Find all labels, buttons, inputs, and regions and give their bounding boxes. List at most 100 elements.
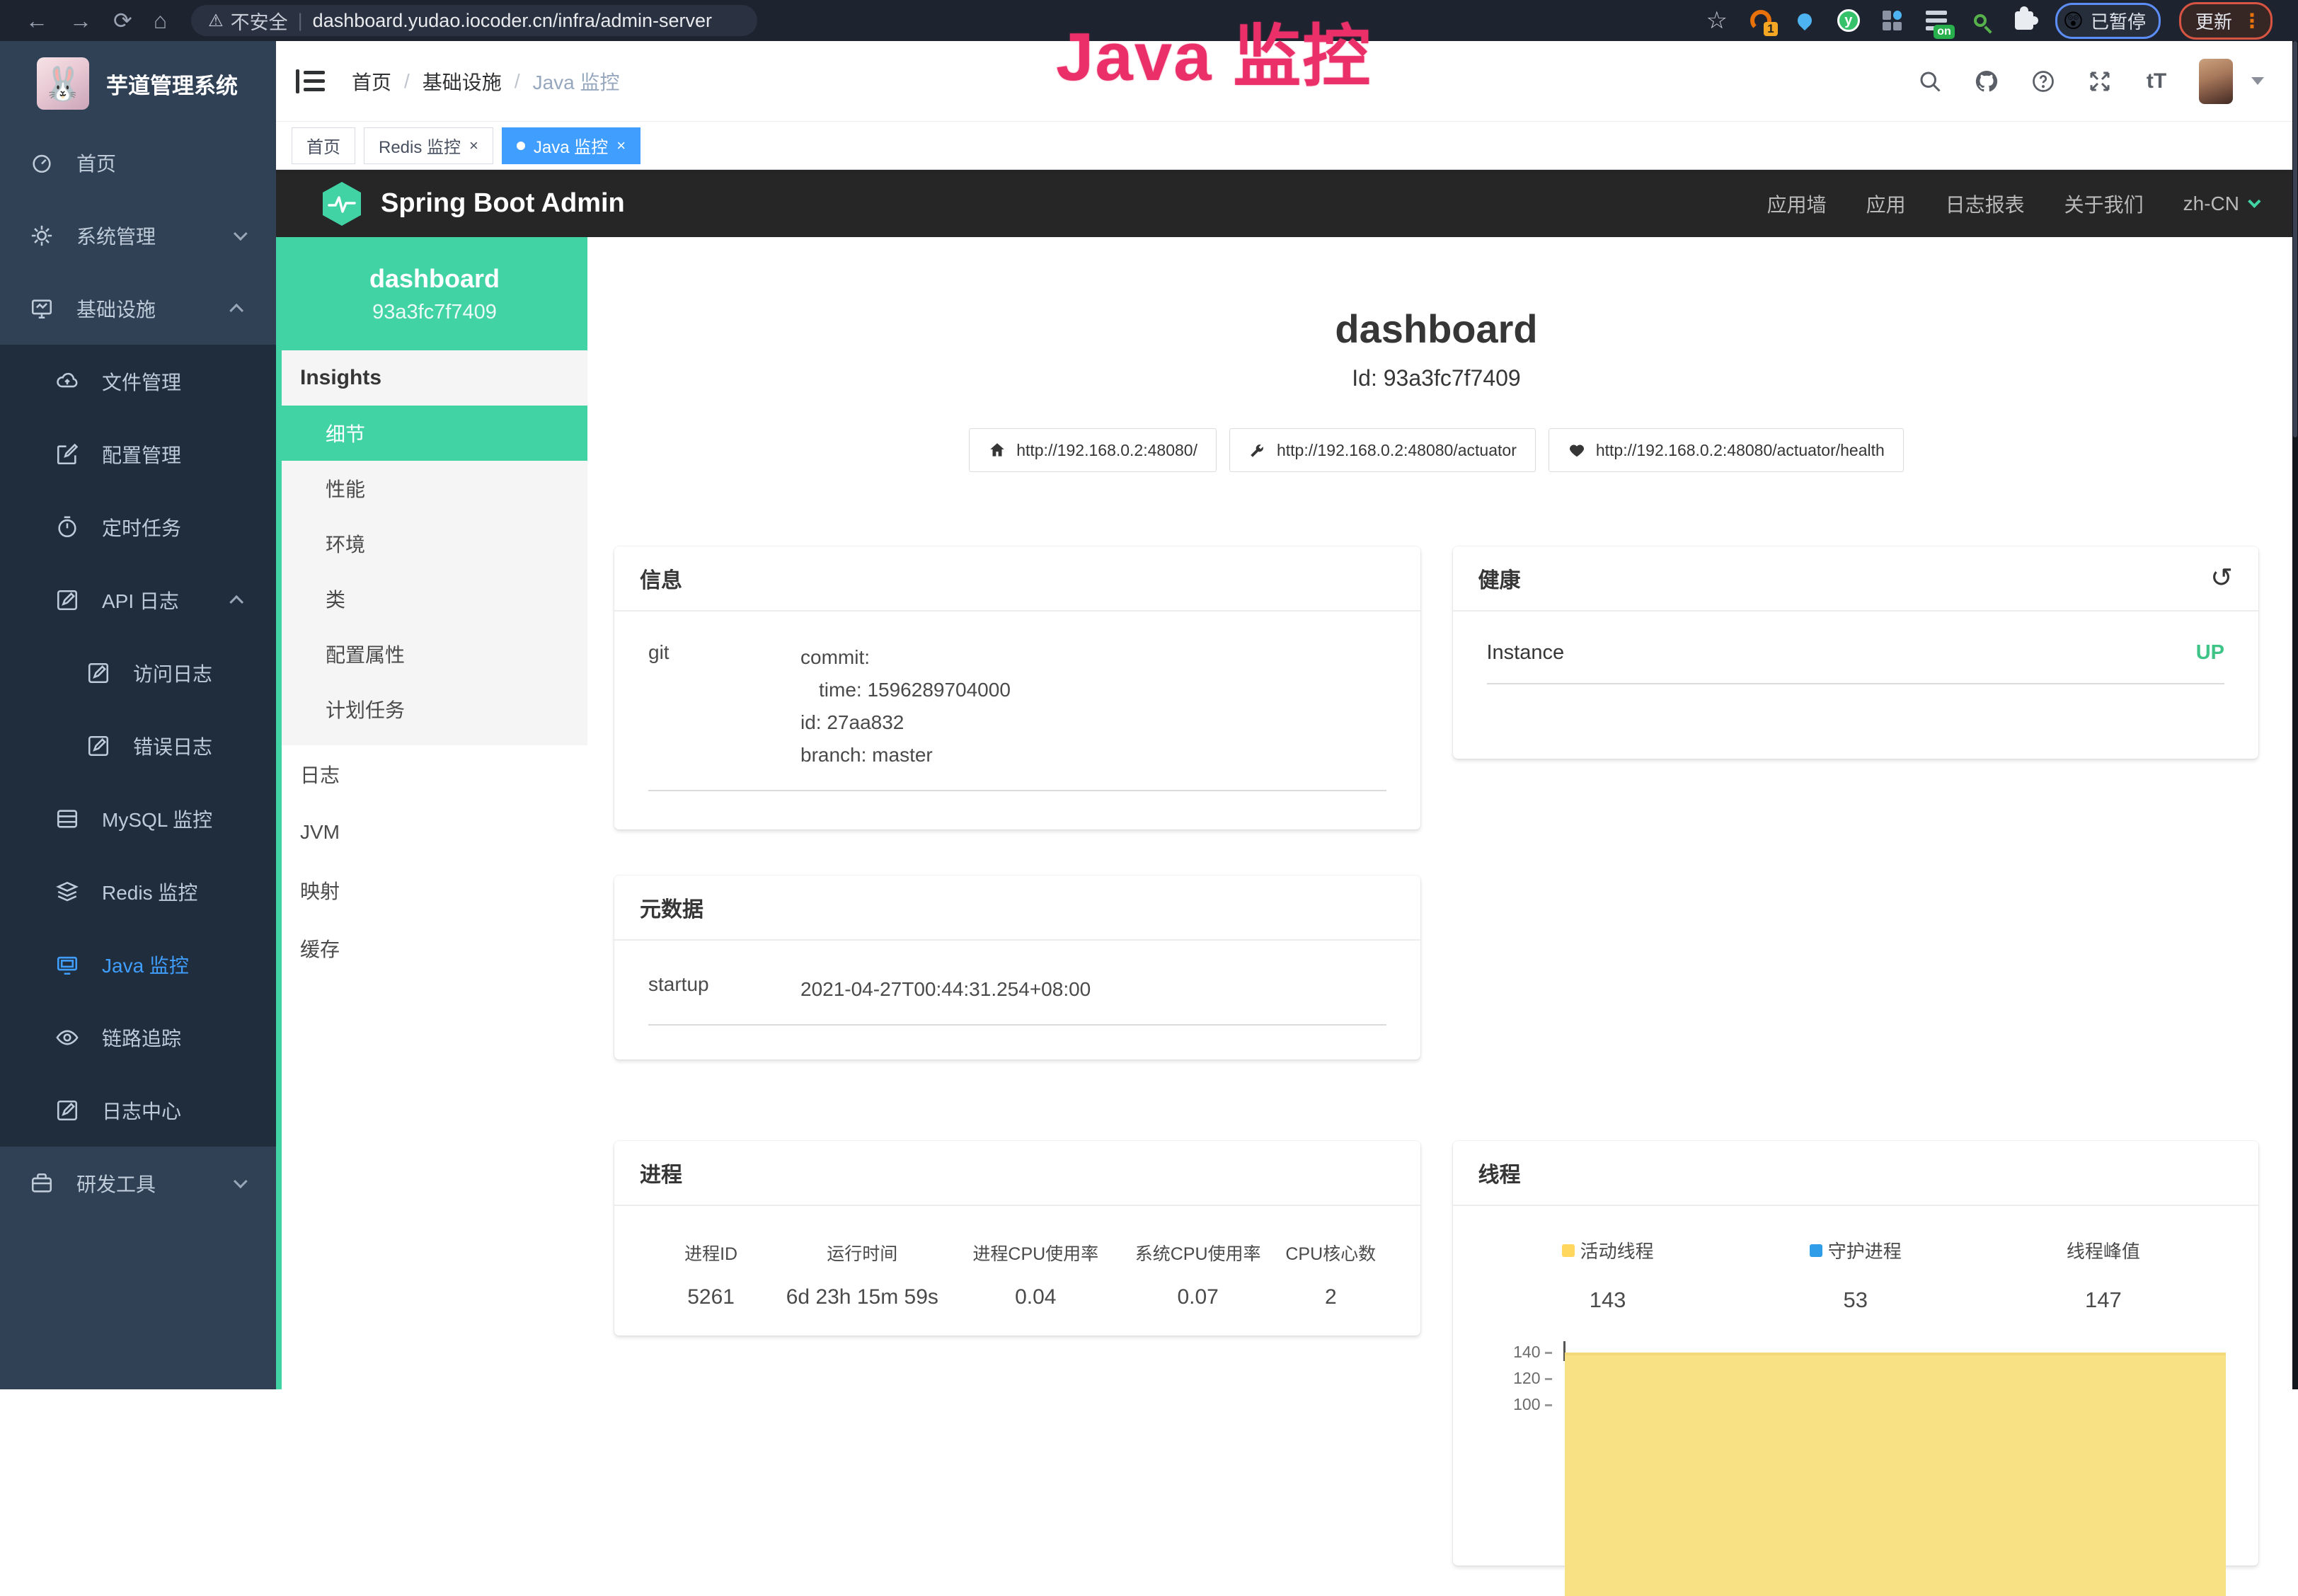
daemon-threads-value: 53: [1732, 1287, 1980, 1313]
admin-sidebar: 🐰 芋道管理系统 首页 系统管理 基础设施 文件管理: [0, 41, 276, 1389]
update-label: 更新: [2195, 8, 2232, 34]
sba-section-insights: Insights: [282, 350, 587, 406]
tag-home[interactable]: 首页: [292, 127, 355, 164]
address-bar[interactable]: ⚠ 不安全 | dashboard.yudao.iocoder.cn/infra…: [191, 5, 757, 36]
tag-redis-monitor[interactable]: Redis 监控 ×: [364, 127, 493, 164]
sidebar-collapse-icon[interactable]: [296, 69, 325, 93]
sidebar-item-redis[interactable]: Redis 监控: [0, 855, 276, 928]
sba-main-panel: dashboard Id: 93a3fc7f7409 http://192.16…: [587, 237, 2298, 1389]
sidebar-item-jobs[interactable]: 定时任务: [0, 490, 276, 563]
instance-id: 93a3fc7f7409: [372, 301, 497, 324]
sba-nav-applications[interactable]: 应用: [1866, 190, 1906, 218]
service-url-button[interactable]: http://192.168.0.2:48080/: [969, 428, 1217, 472]
bookmark-star-icon[interactable]: ☆: [1704, 8, 1730, 33]
forward-icon[interactable]: →: [69, 8, 92, 34]
app-logo-row[interactable]: 🐰 芋道管理系统: [0, 41, 276, 126]
chevron-down-icon: [234, 226, 248, 241]
sba-instance-header[interactable]: dashboard 93a3fc7f7409: [282, 237, 587, 350]
sba-menu-details[interactable]: 细节: [282, 406, 587, 461]
process-table-header: 进程ID 运行时间 进程CPU使用率 系统CPU使用率 CPU核心数: [648, 1240, 1386, 1265]
breadcrumb-home[interactable]: 首页: [352, 67, 391, 96]
log-edit-icon: [86, 734, 110, 758]
actuator-url-button[interactable]: http://192.168.0.2:48080/actuator: [1229, 428, 1536, 472]
cpu-cores-value: 2: [1275, 1285, 1386, 1309]
log-edit-icon: [86, 661, 110, 685]
system-cpu-value: 0.07: [1120, 1285, 1275, 1309]
extension-puzzle-icon[interactable]: [2011, 8, 2037, 33]
sidebar-item-access-log[interactable]: 访问日志: [0, 636, 276, 709]
sidebar-item-home[interactable]: 首页: [0, 126, 276, 199]
sba-instance-sidebar: dashboard 93a3fc7f7409 Insights 细节 性能 环境…: [282, 237, 587, 1389]
sba-nav-about[interactable]: 关于我们: [2064, 190, 2144, 218]
extension-badge: 1: [1764, 22, 1777, 36]
sba-menu-metrics[interactable]: 性能: [282, 461, 587, 516]
sba-language-select[interactable]: zh-CN: [2183, 193, 2257, 215]
info-value: commit: time: 1596289704000 id: 27aa832 …: [800, 641, 1386, 771]
reload-icon[interactable]: ⟳: [113, 7, 132, 34]
sba-menu-scheduled-tasks[interactable]: 计划任务: [282, 682, 587, 737]
sba-menu-jvm[interactable]: JVM: [282, 803, 587, 861]
close-icon[interactable]: ×: [616, 138, 626, 154]
sidebar-item-system[interactable]: 系统管理: [0, 199, 276, 272]
browser-update-button[interactable]: 更新 ⋮: [2179, 2, 2273, 40]
avatar[interactable]: [2199, 59, 2233, 104]
sidebar-item-files[interactable]: 文件管理: [0, 345, 276, 418]
sba-menu-environment[interactable]: 环境: [282, 516, 587, 571]
avatar-caret-icon[interactable]: [2251, 77, 2264, 85]
process-card: 进程 进程ID 运行时间 进程CPU使用率 系统CPU使用率 CPU核心数 52…: [614, 1141, 1420, 1336]
monitor-screen-icon: [55, 953, 79, 977]
extension-pin-icon[interactable]: [1792, 8, 1817, 33]
stack-icon: [55, 880, 79, 904]
metadata-key: startup: [648, 973, 800, 1006]
sba-brand[interactable]: Spring Boot Admin: [276, 181, 625, 226]
back-icon[interactable]: ←: [25, 8, 48, 34]
close-icon[interactable]: ×: [469, 138, 478, 154]
extension-green-circle-icon[interactable]: y: [1836, 8, 1861, 33]
sba-menu-classes[interactable]: 类: [282, 571, 587, 626]
page-scrollbar[interactable]: [2292, 41, 2298, 1389]
health-url-button[interactable]: http://192.168.0.2:48080/actuator/health: [1549, 428, 1904, 472]
sba-nav-journal[interactable]: 日志报表: [1946, 190, 2025, 218]
extension-leaf-icon[interactable]: [1967, 8, 1993, 33]
card-title: 线程: [1478, 1157, 1521, 1188]
breadcrumb-infra[interactable]: 基础设施: [423, 67, 502, 96]
extension-grid-icon[interactable]: [1880, 8, 1905, 33]
sidebar-item-tracing[interactable]: 链路追踪: [0, 1001, 276, 1074]
sba-accent-strip: [276, 237, 282, 1389]
sidebar-item-infra[interactable]: 基础设施: [0, 272, 276, 345]
threads-card: 线程 活动线程 143 守护进程: [1453, 1141, 2259, 1566]
extension-orange-icon[interactable]: 1: [1748, 8, 1774, 33]
sba-menu-mappings[interactable]: 映射: [282, 861, 587, 919]
sidebar-item-mysql[interactable]: MySQL 监控: [0, 782, 276, 855]
sba-menu-caches[interactable]: 缓存: [282, 919, 587, 977]
sidebar-item-config[interactable]: 配置管理: [0, 418, 276, 490]
github-icon[interactable]: [1972, 67, 2001, 96]
home-icon: [988, 441, 1006, 459]
sidebar-item-java-monitor[interactable]: Java 监控: [0, 928, 276, 1001]
sba-nav-wallboard[interactable]: 应用墙: [1767, 190, 1827, 218]
sidebar-item-dev-tools[interactable]: 研发工具: [0, 1147, 276, 1219]
history-icon[interactable]: ↺: [2210, 565, 2233, 592]
tag-java-monitor[interactable]: Java 监控 ×: [502, 127, 640, 164]
cloud-upload-icon: [55, 369, 79, 394]
profile-paused-badge[interactable]: 😲 已暂停: [2055, 3, 2161, 39]
extension-list-icon[interactable]: on: [1924, 8, 1949, 33]
briefcase-icon: [30, 1171, 54, 1195]
info-key: git: [648, 641, 800, 771]
card-title: 信息: [640, 563, 682, 594]
font-size-icon[interactable]: tT: [2142, 67, 2171, 96]
sba-menu-logs[interactable]: 日志: [282, 745, 587, 803]
sidebar-item-error-log[interactable]: 错误日志: [0, 709, 276, 782]
sidebar-item-log-center[interactable]: 日志中心: [0, 1074, 276, 1147]
sidebar-item-api-log[interactable]: API 日志: [0, 563, 276, 636]
heartbeat-icon: [1568, 441, 1586, 459]
sba-header: Spring Boot Admin 应用墙 应用 日志报表 关于我们 zh-CN: [276, 170, 2298, 237]
home-icon[interactable]: ⌂: [154, 8, 167, 34]
fullscreen-icon[interactable]: [2086, 67, 2114, 96]
app-logo: 🐰: [37, 57, 89, 110]
sba-menu-config-props[interactable]: 配置属性: [282, 626, 587, 682]
help-icon[interactable]: [2029, 67, 2057, 96]
peak-threads-value: 147: [1980, 1287, 2227, 1313]
extension-on-badge: on: [1934, 25, 1955, 39]
search-icon[interactable]: [1916, 67, 1944, 96]
